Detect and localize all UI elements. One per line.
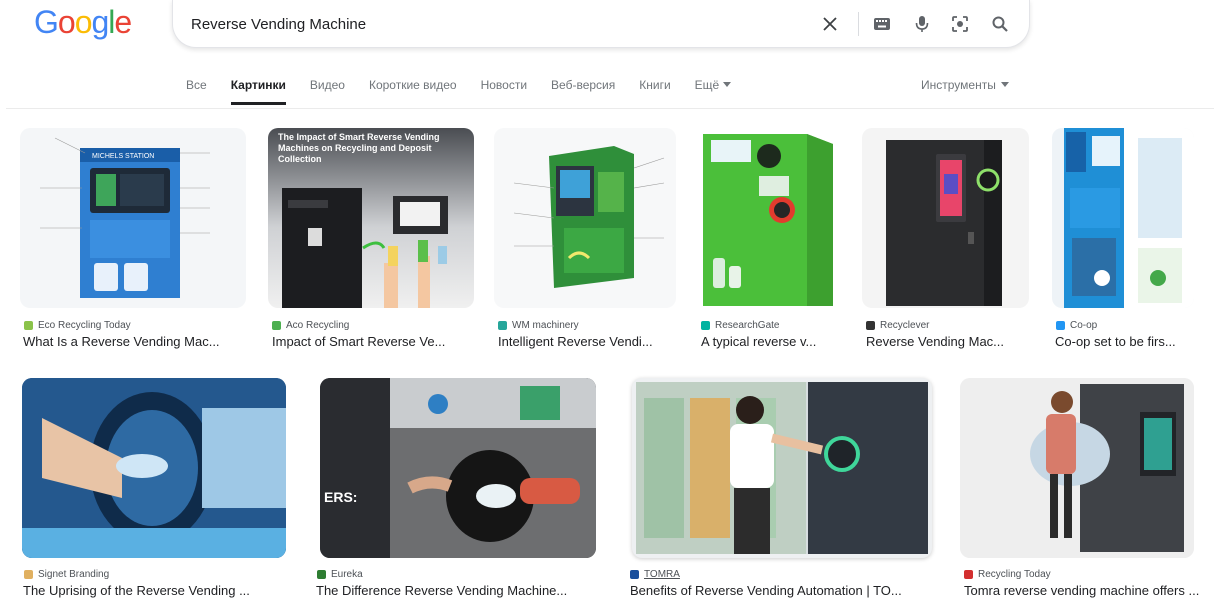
logo-letter: G [34, 4, 59, 40]
site-favicon-icon [964, 570, 973, 579]
tab-more-label: Ещё [694, 78, 720, 92]
result-source: Eco Recycling Today [24, 320, 131, 331]
source-name: ResearchGate [715, 320, 780, 331]
tools-label: Инструменты [921, 78, 996, 92]
source-name: Aco Recycling [286, 320, 350, 331]
result-source: Eureka [317, 569, 363, 580]
thumb-label: The Impact of Smart Reverse Vending Mach… [278, 132, 440, 164]
result-title[interactable]: The Uprising of the Reverse Vending ... [23, 583, 287, 598]
result-title[interactable]: The Difference Reverse Vending Machine..… [316, 583, 606, 598]
tab-images[interactable]: Картинки [230, 78, 286, 105]
tab-web[interactable]: Веб-версия [551, 78, 615, 102]
source-name: Recyclever [880, 320, 930, 331]
site-favicon-icon [630, 570, 639, 579]
lens-icon[interactable] [948, 12, 972, 36]
tab-books[interactable]: Книги [639, 78, 670, 102]
result-thumbnail [494, 128, 676, 308]
result-source: Co-op [1056, 320, 1097, 331]
search-icon[interactable] [988, 12, 1012, 36]
result-source: Signet Branding [24, 569, 109, 580]
source-name: Signet Branding [38, 569, 110, 580]
result-title[interactable]: Tomra reverse vending machine offers ... [964, 583, 1214, 598]
source-name: Eureka [331, 569, 363, 580]
thumb-label: MICHELS STATION [92, 153, 154, 160]
search-divider [858, 12, 859, 36]
site-favicon-icon [317, 570, 326, 579]
source-name: WM machinery [512, 320, 579, 331]
tab-all[interactable]: Все [186, 78, 207, 102]
tab-videos[interactable]: Видео [310, 78, 345, 102]
logo-letter: e [114, 4, 132, 40]
site-favicon-icon [701, 321, 710, 330]
result-title[interactable]: Benefits of Reverse Vending Automation |… [630, 583, 932, 598]
chevron-down-icon [723, 82, 732, 87]
result-title[interactable]: Reverse Vending Mac... [866, 334, 1033, 349]
source-name: Recycling Today [978, 569, 1051, 580]
result-source: Aco Recycling [272, 320, 349, 331]
result-title[interactable]: Co-op set to be firs... [1055, 334, 1197, 349]
tab-news[interactable]: Новости [481, 78, 527, 102]
result-source: Recycling Today [964, 569, 1051, 580]
source-name: TOMRA [644, 569, 680, 580]
result-title[interactable]: Intelligent Reverse Vendi... [498, 334, 680, 349]
result-thumbnail [697, 128, 840, 308]
result-thumbnail [862, 128, 1029, 308]
site-favicon-icon [24, 570, 33, 579]
result-title[interactable]: A typical reverse v... [701, 334, 844, 349]
source-name: Co-op [1070, 320, 1098, 331]
site-favicon-icon [272, 321, 281, 330]
site-favicon-icon [498, 321, 507, 330]
result-source: TOMRA [630, 569, 680, 580]
microphone-icon[interactable] [910, 12, 934, 36]
google-logo[interactable]: Google [34, 4, 132, 41]
search-box [172, 0, 1030, 48]
tools-button[interactable]: Инструменты [921, 78, 1009, 92]
result-thumbnail [632, 378, 932, 558]
result-title[interactable]: What Is a Reverse Vending Mac... [23, 334, 249, 349]
logo-letter: g [91, 4, 109, 40]
result-thumbnail: MICHELS STATION [20, 128, 246, 308]
chevron-down-icon [1000, 82, 1009, 87]
result-source: Recyclever [866, 320, 929, 331]
tab-more[interactable]: Ещё [695, 78, 732, 102]
search-input[interactable] [191, 10, 811, 38]
result-title[interactable]: Impact of Smart Reverse Ve... [272, 334, 478, 349]
keyboard-icon[interactable] [870, 12, 894, 36]
result-thumbnail [22, 378, 286, 558]
source-name: Eco Recycling Today [38, 320, 131, 331]
site-favicon-icon [1056, 321, 1065, 330]
result-thumbnail [960, 378, 1194, 558]
close-icon[interactable] [818, 12, 842, 36]
search-tabs: Все Картинки Видео Короткие видео Новост… [186, 78, 755, 105]
tab-short-videos[interactable]: Короткие видео [369, 78, 457, 102]
thumb-label: ERS: [324, 489, 357, 505]
result-thumbnail: ERS: [320, 378, 596, 558]
logo-letter: o [57, 4, 76, 40]
result-thumbnail [1052, 128, 1194, 308]
site-favicon-icon [24, 321, 33, 330]
result-source: ResearchGate [701, 320, 779, 331]
tabs-divider [6, 108, 1214, 109]
result-thumbnail: The Impact of Smart Reverse Vending Mach… [268, 128, 474, 308]
result-source: WM machinery [498, 320, 579, 331]
logo-letter: o [74, 4, 93, 40]
site-favicon-icon [866, 321, 875, 330]
